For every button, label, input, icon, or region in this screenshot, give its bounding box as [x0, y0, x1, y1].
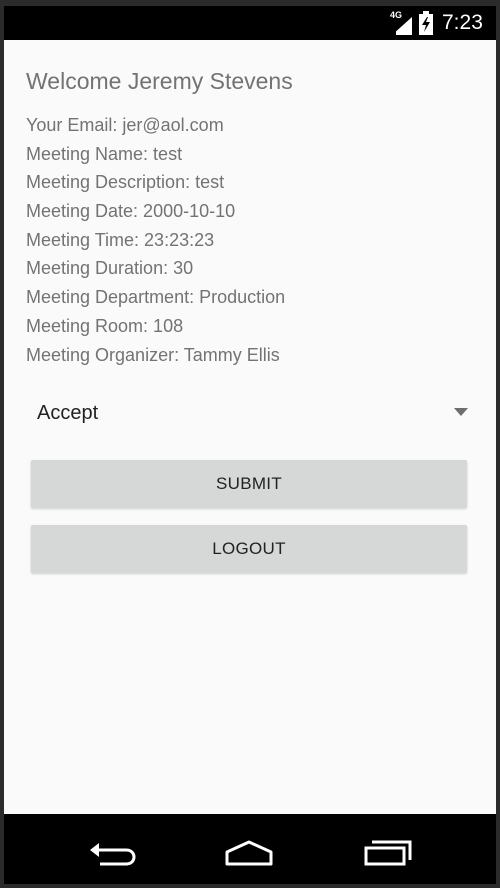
welcome-heading: Welcome Jeremy Stevens: [26, 68, 293, 94]
meeting-details-screen: Welcome Jeremy Stevens Your Email: jer@a…: [4, 40, 496, 814]
meeting-department-text: Meeting Department: Production: [26, 287, 286, 308]
signal-icon: [392, 17, 412, 35]
recent-apps-button[interactable]: [356, 828, 416, 868]
meeting-time-text: Meeting Time: 23:23:23: [26, 229, 215, 250]
meeting-duration-text: Meeting Duration: 30: [26, 258, 194, 279]
network-indicator: 4G: [390, 11, 414, 35]
recent-apps-icon: [364, 840, 412, 866]
navigation-bar: [4, 814, 496, 884]
meeting-organizer-text: Meeting Organizer: Tammy Ellis: [26, 344, 280, 365]
app-screen: 4G 7:23 Welcome Jeremy Stevens Your Emai…: [4, 6, 496, 884]
response-dropdown[interactable]: Accept: [30, 394, 476, 432]
dropdown-arrow-icon: [454, 408, 468, 416]
meeting-date-text: Meeting Date: 2000-10-10: [26, 201, 236, 222]
back-button[interactable]: [82, 828, 142, 868]
submit-button[interactable]: SUBMIT: [31, 460, 467, 508]
battery-charging-icon: [419, 11, 433, 35]
back-icon: [90, 843, 136, 866]
response-dropdown-value: Accept: [37, 402, 99, 424]
status-bar: 4G 7:23: [4, 6, 496, 40]
status-time: 7:23: [442, 11, 483, 34]
meeting-info-list: Your Email: jer@aol.com Meeting Name: te…: [26, 111, 285, 369]
logout-button[interactable]: LOGOUT: [31, 525, 467, 573]
meeting-description-text: Meeting Description: test: [26, 172, 225, 193]
home-button[interactable]: [219, 828, 279, 868]
meeting-name-text: Meeting Name: test: [26, 143, 183, 164]
email-text: Your Email: jer@aol.com: [26, 115, 224, 135]
meeting-room-text: Meeting Room: 108: [26, 315, 184, 336]
home-icon: [225, 840, 273, 866]
